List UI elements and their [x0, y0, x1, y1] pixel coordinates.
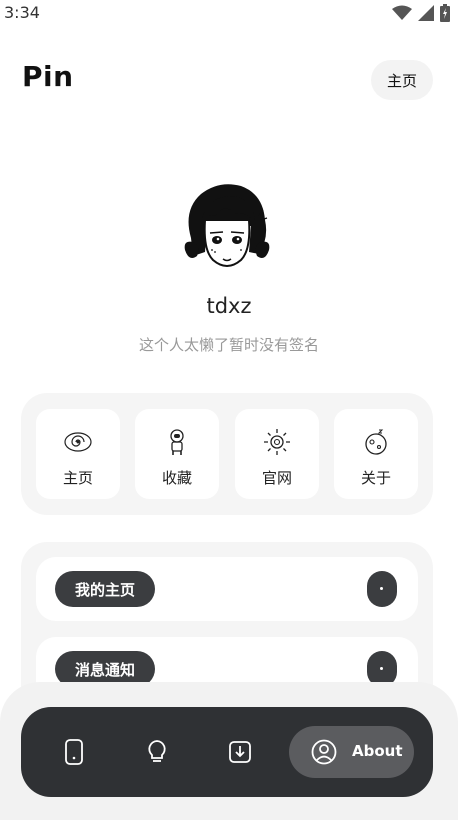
astronaut-icon: [170, 429, 184, 455]
app-title: Pin: [22, 60, 74, 93]
signal-icon: [418, 5, 434, 21]
planet-icon: [365, 429, 387, 455]
nav-about-button[interactable]: About: [289, 726, 414, 778]
nav-lightbulb-button[interactable]: [137, 732, 177, 772]
quick-link-favorites[interactable]: 收藏: [135, 409, 219, 499]
battery-charging-icon: [440, 4, 450, 22]
nav-about-label: About: [352, 742, 403, 760]
nav-download-button[interactable]: [220, 732, 260, 772]
sun-icon: [264, 429, 290, 455]
menu-row-my-home[interactable]: 我的主页: [36, 557, 418, 621]
quick-link-about[interactable]: 关于: [334, 409, 418, 499]
quick-links-panel: 主页 收藏 官网 关于: [21, 393, 433, 515]
menu-row-action-button[interactable]: [367, 571, 397, 607]
username: tdxz: [206, 294, 252, 318]
quick-link-label: 关于: [360, 469, 391, 487]
nav-phone-button[interactable]: [54, 732, 94, 772]
status-icons: [392, 4, 450, 22]
galaxy-icon: [64, 432, 92, 452]
quick-link-label: 收藏: [161, 469, 192, 487]
bottom-nav: About: [21, 707, 433, 797]
quick-link-label: 主页: [62, 469, 93, 487]
quick-link-home[interactable]: 主页: [36, 409, 120, 499]
status-bar: 3:34: [0, 0, 458, 28]
status-time: 3:34: [4, 3, 40, 22]
signature: 这个人太懒了暂时没有签名: [138, 336, 319, 354]
user-circle-icon: [311, 739, 337, 765]
download-icon: [229, 741, 251, 763]
avatar[interactable]: [179, 180, 275, 276]
phone-icon: [65, 739, 83, 765]
quick-link-website[interactable]: 官网: [235, 409, 319, 499]
menu-row-label: 我的主页: [55, 571, 155, 607]
quick-link-label: 官网: [261, 469, 292, 487]
lightbulb-icon: [148, 740, 166, 762]
wifi-icon: [392, 5, 412, 20]
home-button[interactable]: 主页: [371, 60, 433, 100]
